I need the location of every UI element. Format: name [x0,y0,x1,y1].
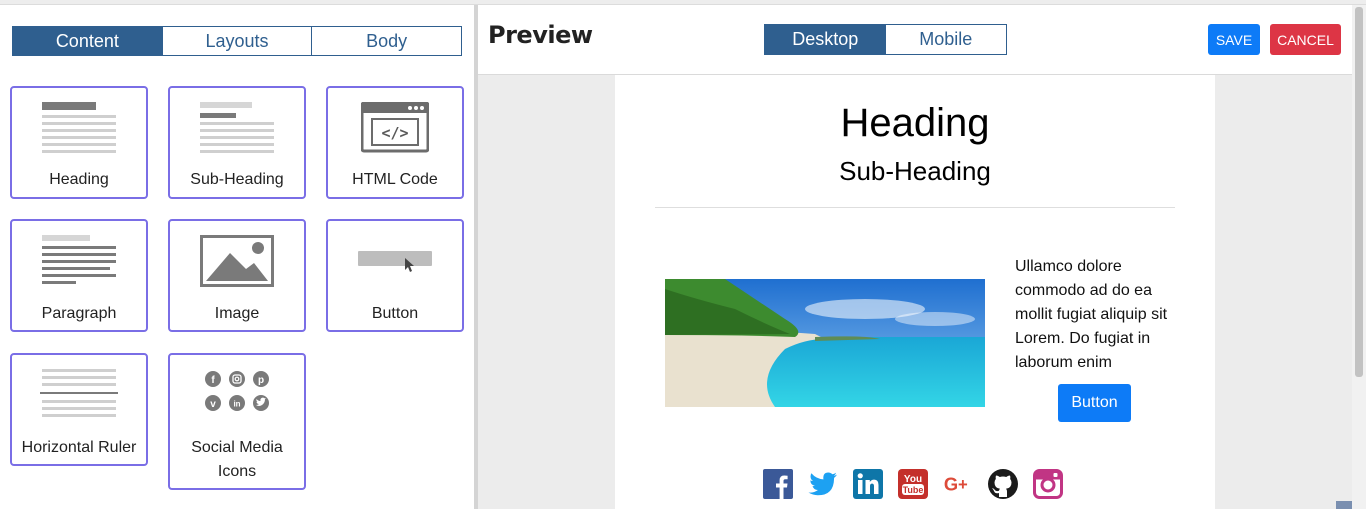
google-plus-icon[interactable]: G + [943,469,973,499]
email-heading[interactable]: Heading [615,101,1215,146]
block-paragraph[interactable]: Paragraph [10,219,148,332]
youtube-icon[interactable]: You Tube [898,469,928,499]
email-horizontal-rule[interactable] [655,207,1175,208]
heading-icon [42,102,116,153]
block-label: Social Media Icons [191,439,283,480]
paragraph-icon [42,235,116,284]
email-subheading[interactable]: Sub-Heading [615,156,1215,187]
block-label: Image [214,305,260,322]
twitter-icon[interactable] [808,469,838,499]
tab-content[interactable]: Content [13,27,162,55]
block-label: Button [371,305,419,322]
preview-header: Preview Desktop Mobile SAVE CANCEL [478,5,1352,75]
svg-text:You: You [904,474,922,485]
block-heading[interactable]: Heading [10,86,148,199]
github-icon[interactable] [988,469,1018,499]
panel-tabs: Content Layouts Body [12,26,462,56]
block-label: HTML Code [352,171,438,188]
svg-text:Tube: Tube [903,485,924,495]
save-button[interactable]: SAVE [1208,24,1260,55]
email-paragraph[interactable]: Ullamco dolore commodo ad do ea mollit f… [1015,255,1185,375]
preview-scrollbar[interactable] [1352,5,1366,509]
tab-body[interactable]: Body [311,27,462,55]
linkedin-icon[interactable] [853,469,883,499]
block-sub-heading[interactable]: Sub-Heading [168,86,306,199]
block-social-media-icons[interactable]: f p v in Social Media Icons [168,353,306,490]
block-html-code[interactable]: </> HTML Code [326,86,464,199]
image-icon [200,235,274,287]
html-code-icon: </> [361,102,429,153]
tab-mobile[interactable]: Mobile [886,25,1007,54]
email-canvas: Heading Sub-Heading Ullamco dolore commo… [615,75,1215,509]
svg-text:+: + [958,475,968,494]
block-label: Sub-Heading [190,171,284,188]
block-horizontal-ruler[interactable]: Horizontal Ruler [10,353,148,466]
preview-panel: Preview Desktop Mobile SAVE CANCEL Headi… [478,5,1366,509]
page-title: Preview [488,21,593,49]
social-icons-row: You Tube G + [763,469,1063,499]
instagram-icon[interactable] [1033,469,1063,499]
blocks-panel: Content Layouts Body Heading Sub-Heading [0,5,474,509]
facebook-icon[interactable] [763,469,793,499]
block-label: Paragraph [41,305,117,322]
svg-text:</>: </> [381,124,408,142]
tab-layouts[interactable]: Layouts [161,27,312,55]
horizontal-ruler-icon [40,369,118,417]
block-image[interactable]: Image [168,219,306,332]
svg-text:v: v [210,399,216,410]
svg-text:p: p [258,375,264,386]
device-toggle: Desktop Mobile [764,24,1007,55]
sub-heading-icon [200,102,274,153]
block-label: Horizontal Ruler [21,439,137,456]
corner-widget [1336,501,1352,509]
social-media-icon: f p v in [205,371,269,411]
beach-image[interactable] [665,279,985,407]
cancel-button[interactable]: CANCEL [1270,24,1341,55]
scrollbar-thumb[interactable] [1355,7,1363,377]
email-button[interactable]: Button [1058,384,1131,422]
button-icon [358,251,432,272]
tab-desktop[interactable]: Desktop [765,25,886,54]
block-button[interactable]: Button [326,219,464,332]
block-label: Heading [49,171,109,188]
svg-text:in: in [233,400,240,409]
svg-text:G: G [944,474,958,495]
